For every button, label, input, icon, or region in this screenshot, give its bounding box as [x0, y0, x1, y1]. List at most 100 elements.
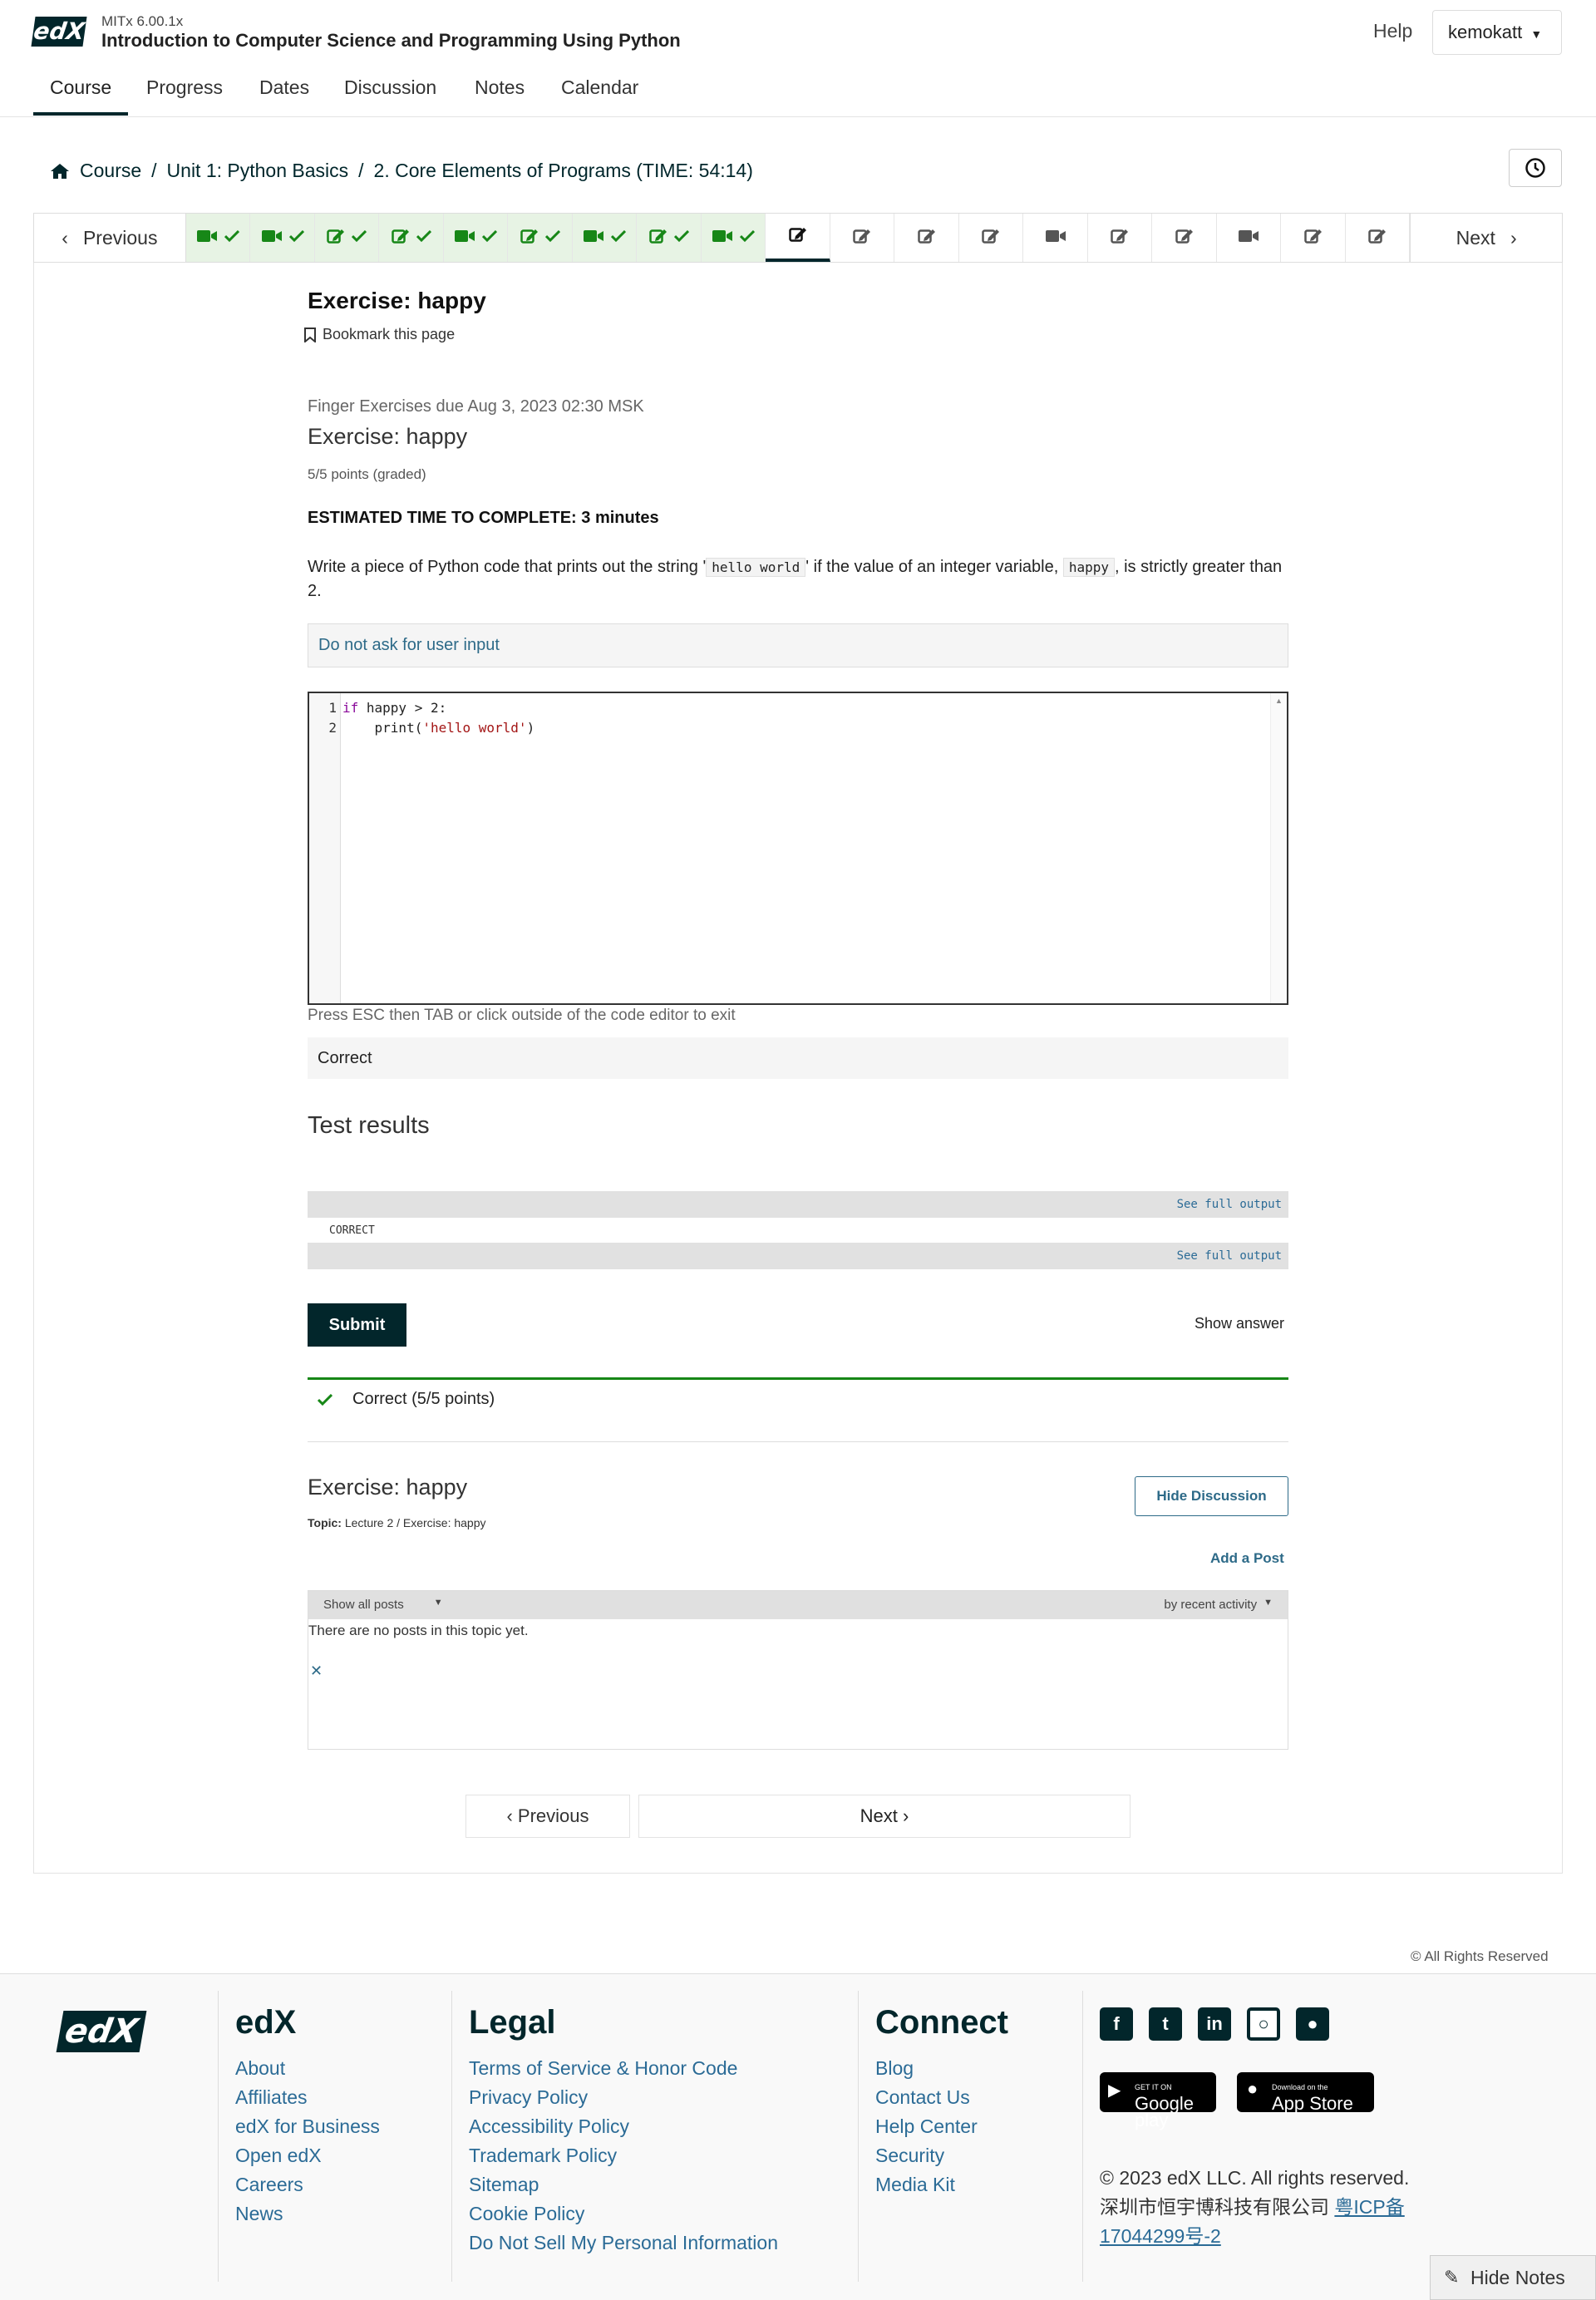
instagram-icon[interactable]: ○ [1247, 2007, 1280, 2041]
bottom-next-button[interactable]: Next › [638, 1795, 1130, 1838]
tab-calendar[interactable]: Calendar [561, 76, 638, 116]
reddit-icon[interactable]: ● [1296, 2007, 1329, 2041]
footer-edx-logo[interactable]: edX [56, 2011, 147, 2052]
footer-link-affiliates[interactable]: Affiliates [235, 2083, 380, 2112]
sequence-next-button[interactable]: Next › [1410, 214, 1562, 262]
close-icon[interactable]: ✕ [310, 1662, 323, 1680]
problem-note: Do not ask for user input [308, 623, 1288, 667]
sequence-tab-13[interactable] [959, 214, 1024, 262]
tab-course[interactable]: Course [33, 76, 129, 116]
footer-link-terms[interactable]: Terms of Service & Honor Code [469, 2054, 778, 2083]
tab-discussion[interactable]: Discussion [344, 76, 436, 116]
posts-filter-select[interactable]: Show all posts ▼ [323, 1598, 443, 1612]
check-icon [739, 229, 756, 246]
hide-notes-label: Hide Notes [1470, 2267, 1565, 2288]
sequence-tab-19[interactable] [1346, 214, 1411, 262]
footer-link-sitemap[interactable]: Sitemap [469, 2170, 778, 2199]
sequence-tab-10[interactable] [766, 214, 830, 262]
footer-link-media-kit[interactable]: Media Kit [875, 2170, 978, 2199]
hide-discussion-button[interactable]: Hide Discussion [1135, 1476, 1288, 1516]
footer-link-trademark[interactable]: Trademark Policy [469, 2141, 778, 2170]
user-menu[interactable]: kemokatt ▼ [1432, 10, 1562, 55]
edit-icon [520, 228, 539, 249]
footer-link-security[interactable]: Security [875, 2141, 978, 2170]
google-play-label: Google play [1135, 2093, 1194, 2130]
posts-sort-select[interactable]: by recent activity ▼ [1164, 1598, 1273, 1612]
sequence-tab-9[interactable] [701, 214, 766, 262]
sequence-tab-6[interactable] [508, 214, 573, 262]
sequence-tab-8[interactable] [637, 214, 702, 262]
footer-link-blog[interactable]: Blog [875, 2054, 978, 2083]
twitter-icon[interactable]: t [1149, 2007, 1182, 2041]
sequence-tab-17[interactable] [1217, 214, 1282, 262]
edx-logo[interactable]: edX [31, 17, 87, 47]
sequence-tab-15[interactable] [1088, 214, 1153, 262]
add-post-button[interactable]: Add a Post [1210, 1550, 1284, 1567]
footer-link-contact[interactable]: Contact Us [875, 2083, 978, 2112]
sequence-tab-16[interactable] [1152, 214, 1217, 262]
footer-link-accessibility[interactable]: Accessibility Policy [469, 2112, 778, 2141]
code-line: if happy > 2: [342, 698, 534, 718]
submit-button[interactable]: Submit [308, 1303, 406, 1347]
check-icon [610, 229, 627, 246]
code-text: ) [526, 720, 535, 736]
footer-link-about[interactable]: About [235, 2054, 380, 2083]
footer-link-privacy[interactable]: Privacy Policy [469, 2083, 778, 2112]
tab-progress[interactable]: Progress [146, 76, 223, 116]
sequence-tab-11[interactable] [830, 214, 895, 262]
result-bar [308, 1377, 1288, 1380]
sequence-next-label: Next [1456, 226, 1495, 249]
sequence-tab-4[interactable] [379, 214, 444, 262]
result-message: Correct (5/5 points) [318, 1390, 495, 1409]
check-icon [673, 229, 689, 246]
footer-link-news[interactable]: News [235, 2199, 380, 2229]
sequence-previous-button[interactable]: ‹ Previous [34, 214, 186, 262]
check-icon [318, 1393, 332, 1406]
sequence-tab-18[interactable] [1281, 214, 1346, 262]
tab-notes[interactable]: Notes [475, 76, 525, 116]
prompt-text: ' if the value of an integer variable, [805, 558, 1059, 576]
show-answer-button[interactable]: Show answer [1195, 1315, 1284, 1332]
copyright-text: © 2023 edX LLC. All rights reserved. [1100, 2167, 1410, 2189]
app-store-badge[interactable]: ● Download on the App Store [1237, 2072, 1374, 2113]
see-full-output-link[interactable]: See full output [308, 1243, 1288, 1269]
sequence-tab-2[interactable] [250, 214, 315, 262]
sequence-tab-7[interactable] [572, 214, 638, 262]
test-results-heading: Test results [308, 1112, 430, 1139]
footer-divider [1082, 1991, 1083, 2282]
footer-link-cookie[interactable]: Cookie Policy [469, 2199, 778, 2229]
google-play-badge[interactable]: ▶ GET IT ON Google play [1100, 2072, 1216, 2130]
sequence-tab-3[interactable] [314, 214, 380, 262]
sequence-tab-5[interactable] [443, 214, 509, 262]
tab-dates[interactable]: Dates [259, 76, 309, 116]
breadcrumb-course[interactable]: Course [80, 160, 141, 182]
footer-link-careers[interactable]: Careers [235, 2170, 380, 2199]
edit-icon [982, 228, 1000, 249]
editor-scrollbar[interactable]: ▲ [1270, 693, 1287, 1003]
facebook-icon[interactable]: f [1100, 2007, 1133, 2041]
posts-toolbar: Show all posts ▼ by recent activity ▼ [308, 1591, 1288, 1619]
bottom-previous-button[interactable]: ‹ Previous [466, 1795, 630, 1838]
see-full-output-link[interactable]: See full output [308, 1191, 1288, 1218]
footer-link-do-not-sell[interactable]: Do Not Sell My Personal Information [469, 2229, 778, 2258]
footer-link-business[interactable]: edX for Business [235, 2112, 380, 2141]
sequence-tab-14[interactable] [1023, 214, 1088, 262]
linkedin-icon[interactable]: in [1198, 2007, 1231, 2041]
course-code: MITx 6.00.1x [101, 13, 184, 29]
help-link[interactable]: Help [1373, 20, 1412, 42]
sequence-tab-12[interactable] [894, 214, 959, 262]
check-icon [288, 229, 304, 246]
breadcrumb-separator: / [358, 160, 364, 181]
footer-link-open-edx[interactable]: Open edX [235, 2141, 380, 2170]
bottom-previous-label: Previous [517, 1805, 589, 1826]
breadcrumb-unit[interactable]: Unit 1: Python Basics [167, 160, 349, 182]
hide-notes-button[interactable]: ✎ Hide Notes [1430, 2255, 1596, 2300]
sequence-tab-1[interactable] [185, 214, 251, 262]
code-content[interactable]: if happy > 2: print('hello world') [342, 698, 534, 738]
footer-link-help-center[interactable]: Help Center [875, 2112, 978, 2141]
code-editor[interactable]: 1 2 if happy > 2: print('hello world') ▲ [308, 692, 1288, 1005]
clock-button[interactable] [1509, 149, 1562, 187]
bookmark-button[interactable]: Bookmark this page [304, 326, 455, 343]
breadcrumb-separator: / [151, 160, 157, 181]
problem-prompt: Write a piece of Python code that prints… [308, 555, 1288, 603]
